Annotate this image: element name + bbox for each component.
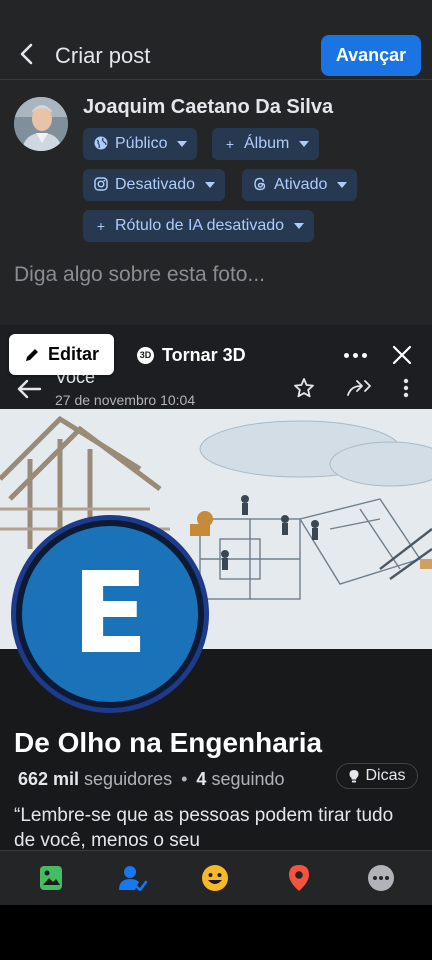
photo-preview: Você 27 de novembro 10:04 Editar 3D Torn… — [0, 325, 432, 850]
location-icon — [289, 865, 309, 891]
chevron-left-icon — [20, 43, 33, 65]
avatar[interactable] — [14, 97, 68, 151]
3d-icon: 3D — [137, 346, 154, 364]
profile-badge: E — [16, 520, 204, 708]
lightbulb-icon — [349, 770, 359, 783]
caret-down-icon — [177, 141, 188, 147]
feeling-button[interactable] — [201, 864, 229, 892]
edit-label: Editar — [47, 344, 99, 364]
tips-button: Dicas — [336, 763, 418, 789]
page-quote: “Lembre-se que as pessoas podem tirar tu… — [14, 805, 394, 850]
followers-count: 662 mil — [18, 769, 80, 789]
album-selector[interactable]: + Álbum — [212, 128, 320, 160]
more-options-button[interactable] — [340, 345, 370, 365]
edit-button[interactable]: Editar — [9, 334, 114, 375]
plus-icon: + — [225, 136, 235, 152]
more-icon — [368, 865, 394, 891]
back-button[interactable] — [12, 38, 40, 70]
tag-people-icon — [119, 866, 147, 891]
threads-share-selector[interactable]: Ativado — [242, 169, 358, 201]
tag-people-button[interactable] — [119, 864, 147, 892]
make-3d-label: Tornar 3D — [162, 344, 246, 365]
caption-input[interactable]: Diga algo sobre esta foto... — [14, 263, 265, 287]
location-button[interactable] — [285, 864, 313, 892]
plus-icon: + — [96, 218, 106, 234]
ai-label-selector[interactable]: + Rótulo de IA desativado — [83, 210, 315, 242]
profile-letter: E — [71, 549, 149, 679]
preview-date: 27 de novembro 10:04 — [55, 392, 196, 408]
page-stats: 662 mil seguidores • 4 seguindo — [18, 769, 285, 790]
album-label: Álbum — [244, 135, 290, 152]
dot-icon — [343, 352, 349, 358]
pencil-icon — [25, 348, 38, 361]
arrow-left-icon — [17, 379, 42, 399]
caret-down-icon — [205, 182, 216, 188]
instagram-share-selector[interactable]: Desativado — [83, 169, 226, 201]
user-photo-icon — [14, 97, 68, 151]
caret-down-icon — [294, 223, 305, 229]
ai-label-text: Rótulo de IA desativado — [115, 217, 285, 234]
header: Criar post Avançar — [0, 0, 432, 80]
following-label: seguindo — [211, 769, 285, 789]
feeling-icon — [202, 865, 228, 891]
audience-label: Público — [115, 135, 168, 152]
system-navigation-bar — [0, 905, 432, 960]
post-toolbar — [0, 850, 432, 905]
share-icon — [346, 376, 372, 400]
more-vertical-icon — [394, 376, 418, 400]
more-button[interactable] — [367, 864, 395, 892]
page-title: Criar post — [55, 43, 151, 68]
next-button[interactable]: Avançar — [321, 35, 421, 76]
threads-label: Ativado — [274, 176, 328, 193]
create-post-screen: Criar post Avançar Joaquim Caetano Da Si… — [0, 0, 432, 905]
tips-label: Dicas — [365, 767, 406, 784]
page-name: De Olho na Engenharia — [14, 727, 323, 758]
add-photo-button[interactable] — [37, 864, 65, 892]
caret-down-icon — [337, 182, 348, 188]
following-count: 4 — [196, 769, 207, 789]
page-profile-picture: E — [11, 515, 209, 713]
globe-icon — [93, 136, 109, 153]
photo-icon — [40, 866, 62, 890]
user-name: Joaquim Caetano Da Silva — [83, 96, 334, 118]
dot-icon — [361, 352, 367, 358]
instagram-label: Desativado — [115, 176, 196, 193]
audience-selector[interactable]: Público — [83, 128, 198, 160]
followers-label: seguidores — [84, 769, 173, 789]
caret-down-icon — [299, 141, 310, 147]
star-icon — [292, 376, 316, 400]
make-3d-button[interactable]: 3D Tornar 3D — [137, 343, 246, 367]
instagram-icon — [93, 176, 109, 194]
dot-icon — [352, 352, 358, 358]
threads-icon — [252, 177, 268, 194]
close-icon[interactable] — [390, 343, 414, 367]
stats-separator: • — [181, 769, 188, 789]
